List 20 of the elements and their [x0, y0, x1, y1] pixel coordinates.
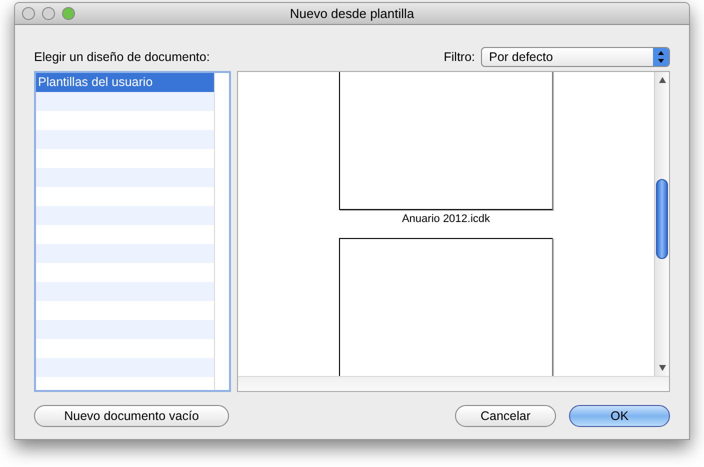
filter-label: Filtro: [444, 48, 475, 66]
minimize-button[interactable] [42, 7, 55, 20]
window-title: Nuevo desde plantilla [290, 4, 414, 23]
category-item[interactable]: Plantillas del usuario [36, 73, 214, 92]
section-label: Elegir un diseño de documento: [34, 48, 210, 66]
template-name: Anuario 2012.icdk [402, 212, 490, 227]
filter-dropdown[interactable]: Por defecto [481, 47, 670, 67]
scroll-thumb[interactable] [656, 179, 668, 259]
horizontal-scrollbar[interactable] [238, 376, 669, 391]
ok-button[interactable]: OK [569, 405, 670, 427]
scroll-down-icon[interactable] [658, 364, 666, 372]
zoom-button[interactable] [62, 7, 75, 20]
template-thumbnail[interactable] [339, 72, 553, 210]
new-empty-document-button[interactable]: Nuevo documento vacío [34, 405, 229, 427]
stepper-icon [653, 48, 669, 66]
template-thumbnail[interactable] [339, 238, 553, 376]
cancel-button[interactable]: Cancelar [455, 405, 556, 427]
scroll-up-icon[interactable] [658, 76, 666, 84]
vertical-scrollbar[interactable] [654, 72, 669, 376]
close-button[interactable] [22, 7, 35, 20]
